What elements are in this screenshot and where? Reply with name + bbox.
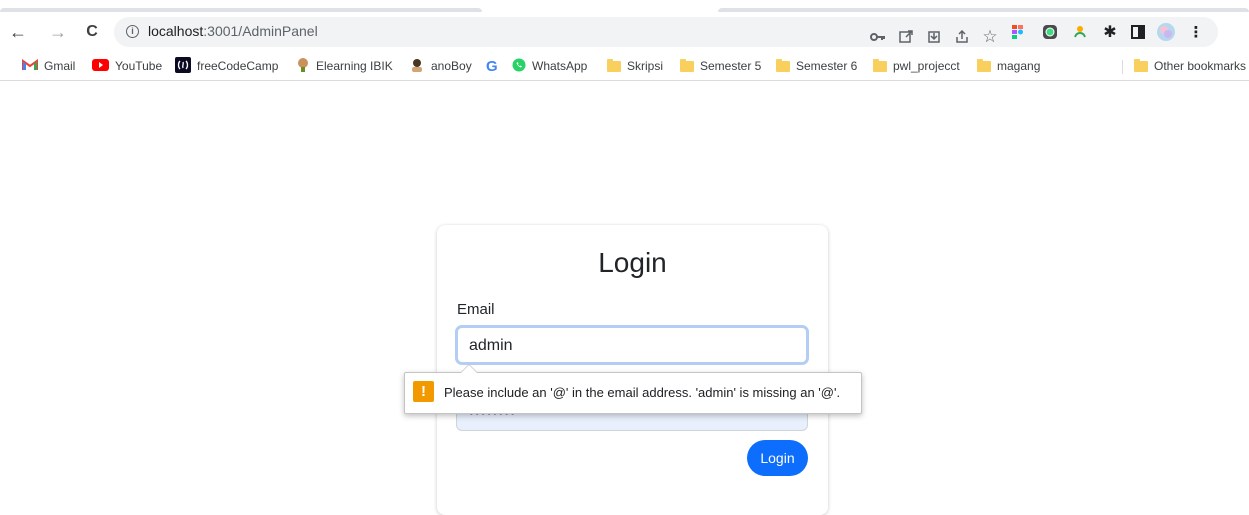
login-title: Login [598,247,667,278]
login-button[interactable]: Login [747,440,808,476]
tab-strip [0,0,1249,12]
bookmark-label: Semester 5 [700,59,762,73]
key-icon[interactable] [868,27,888,47]
bookmark-label: Other bookmarks [1154,59,1247,73]
freecodecamp-icon [175,56,191,76]
folder-icon [776,58,790,72]
site-info-icon[interactable]: i [126,25,139,38]
bookmark-youtube[interactable]: YouTube [92,56,162,76]
external-icon[interactable] [896,27,916,47]
browser-toolbar: ← → C i localhost:3001/AdminPanel ☆ ✱ ⋮ [0,12,1249,52]
download-icon[interactable] [924,27,944,47]
reload-icon[interactable]: C [80,20,104,44]
email-value: admin [469,337,513,354]
folder-icon [1134,58,1148,72]
url-text[interactable]: localhost:3001/AdminPanel [148,23,318,39]
share-icon[interactable] [952,27,972,47]
menu-icon[interactable]: ⋮ [1186,22,1206,42]
url-host: localhost [148,23,204,39]
warning-icon: ! [413,381,434,402]
validation-message: Please include an '@' in the email addre… [444,385,841,400]
validation-tooltip: ! Please include an '@' in the email add… [404,364,862,414]
bookmark-freecodecamp[interactable]: freeCodeCamp [175,56,278,76]
elearning-icon [296,57,310,76]
bookmark-whatsapp[interactable]: WhatsApp [512,56,587,76]
folder-icon [680,58,694,72]
puzzle-icon[interactable]: ✱ [1100,22,1120,42]
bookmark-folder-pwl-projecct[interactable]: pwl_projecct [873,56,960,76]
back-icon[interactable]: ← [6,20,30,44]
bookmark-label: Skripsi [627,59,664,73]
whatsapp-icon [512,58,526,75]
anoboy-icon [409,57,425,76]
google-icon: G [486,57,498,75]
profile-avatar[interactable] [1156,22,1176,42]
camera-icon[interactable] [1040,22,1060,42]
bookmark-folder-magang[interactable]: magang [977,56,1040,76]
bookmark-label: freeCodeCamp [197,59,279,73]
url-path: :3001/AdminPanel [203,23,318,39]
folder-icon [873,58,887,72]
gmail-icon [22,58,38,74]
star-icon[interactable]: ☆ [980,27,1000,47]
bookmark-folder-semester-6[interactable]: Semester 6 [776,56,857,76]
bookmark-label: Gmail [44,59,76,73]
figma-icon[interactable] [1008,22,1028,42]
bookmark-label: Elearning IBIK [316,59,393,73]
youtube-icon [92,58,109,74]
cast-icon[interactable] [1070,22,1090,42]
bookmark-label: pwl_projecct [893,59,960,73]
bookmark-label: magang [997,59,1041,73]
bookmark-gmail[interactable]: Gmail [22,56,75,76]
bookmark-elearning[interactable]: Elearning IBIK [296,56,393,76]
folder-icon [607,58,621,72]
sidebar-icon[interactable] [1128,22,1148,42]
bookmark-google[interactable]: G [486,56,498,76]
bookmark-folder-skripsi[interactable]: Skripsi [607,56,663,76]
bookmarks-divider [1122,60,1123,74]
bookmark-label: Semester 6 [796,59,858,73]
bookmark-label: YouTube [115,59,163,73]
email-field[interactable]: admin [455,325,809,365]
bookmark-label: WhatsApp [532,59,588,73]
bookmark-other[interactable]: Other bookmarks [1134,56,1246,76]
bookmark-folder-semester-5[interactable]: Semester 5 [680,56,761,76]
bookmark-label: anoBoy [431,59,472,73]
bookmark-anoboy[interactable]: anoBoy [409,56,472,76]
folder-icon [977,58,991,72]
forward-icon[interactable]: → [46,20,70,44]
login-card: Login Email admin •••••••• Login [437,225,828,515]
email-label: Email [457,301,495,318]
bookmarks-bar: Gmail YouTube freeCodeCamp Elearning IBI… [0,52,1249,81]
